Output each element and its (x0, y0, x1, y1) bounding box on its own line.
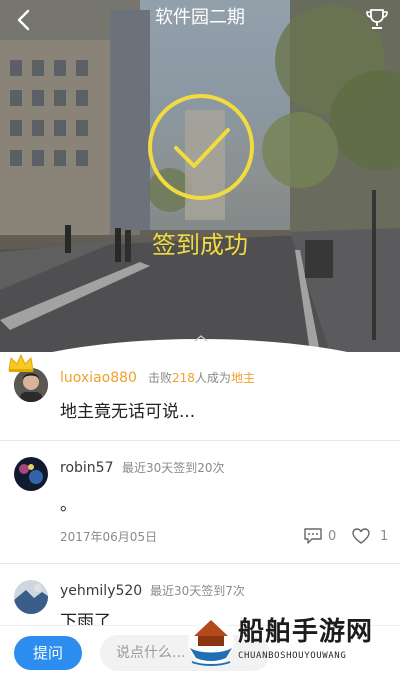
watermark: 船舶手游网 CHUANBOSHOUYOUWANG (186, 612, 396, 672)
trophy-icon (366, 9, 388, 29)
crown-icon (8, 353, 34, 372)
page-title: 软件园二期 (155, 7, 245, 28)
list-item[interactable]: robin57 最近30天签到20次 。 2017年06月05日 0 1 (0, 441, 400, 563)
comment-button[interactable]: 0 (304, 526, 336, 546)
checkin-stats: 最近30天签到7次 (150, 584, 245, 598)
trophy-button[interactable] (364, 6, 390, 32)
rank-info: 击败218人成为地主 (148, 369, 255, 387)
username[interactable]: robin57 (60, 459, 113, 477)
message-text: 。 (60, 495, 77, 515)
rank-middle: 人成为 (194, 371, 231, 385)
heart-icon (352, 528, 370, 544)
chevron-up-icon[interactable] (193, 334, 209, 342)
like-count: 1 (380, 528, 389, 544)
avatar[interactable] (14, 457, 48, 491)
message-text: 地主竟无话可说... (60, 402, 196, 422)
back-button[interactable] (10, 8, 40, 32)
username[interactable]: luoxiao880 (60, 369, 137, 387)
avatar[interactable] (14, 580, 48, 614)
post-date: 2017年06月05日 (60, 530, 158, 544)
checkin-status-text: 签到成功 (152, 231, 248, 259)
rank-count: 218 (172, 371, 195, 385)
rank-prefix: 击败 (148, 371, 173, 385)
rank-title: 地主 (230, 371, 255, 385)
ship-logo-icon (188, 619, 234, 666)
comment-icon (304, 528, 322, 544)
list-item[interactable]: luoxiao880 击败218人成为地主 地主竟无话可说... (0, 352, 400, 440)
watermark-subtitle: CHUANBOSHOUYOUWANG (238, 651, 347, 661)
like-button[interactable]: 1 (352, 526, 388, 546)
checkmark-circle-icon (148, 94, 254, 200)
message-text: 下雨了 (60, 612, 111, 625)
username[interactable]: yehmily520 (60, 582, 142, 600)
watermark-name: 船舶手游网 (238, 617, 374, 647)
checkin-stats: 最近30天签到20次 (122, 461, 225, 475)
comment-count: 0 (328, 528, 337, 544)
ask-button[interactable]: 提问 (14, 636, 82, 670)
chevron-left-icon (17, 9, 30, 31)
